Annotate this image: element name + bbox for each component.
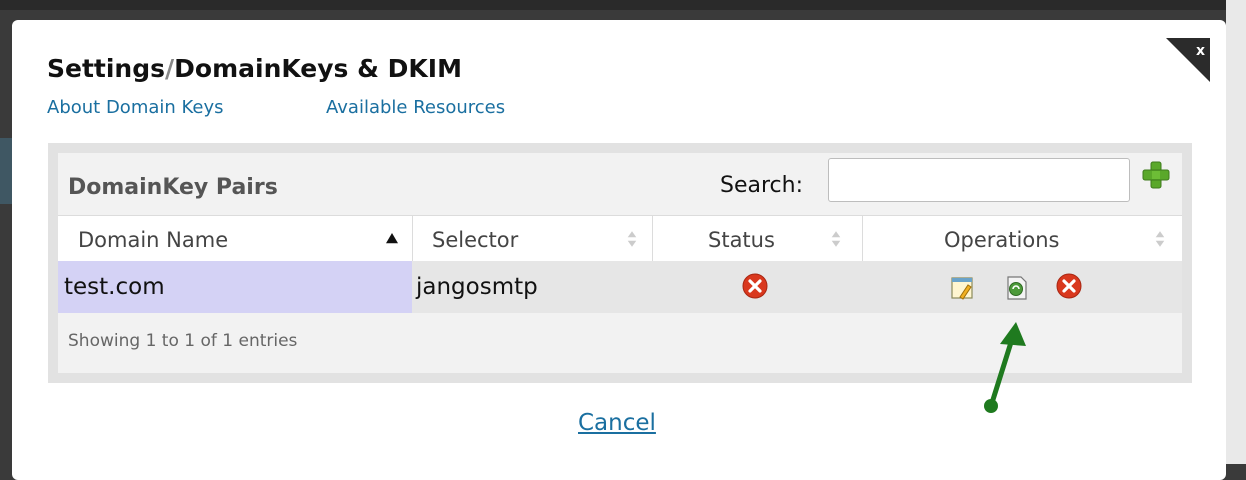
- table-info: Showing 1 to 1 of 1 entries: [68, 331, 298, 351]
- sort-both-icon: [627, 231, 637, 247]
- column-label-selector: Selector: [432, 228, 519, 252]
- edit-icon[interactable]: [950, 275, 976, 301]
- cell-operations: [862, 261, 1180, 313]
- backdrop-top: [0, 0, 1246, 10]
- domain-value: test.com: [64, 274, 165, 300]
- backdrop-stripe: [1226, 0, 1246, 464]
- cancel-link[interactable]: Cancel: [578, 410, 656, 436]
- annotation-arrow-icon: [984, 322, 1026, 413]
- column-label-status: Status: [708, 228, 775, 252]
- search-input[interactable]: [828, 158, 1130, 202]
- sort-both-icon: [1155, 231, 1165, 247]
- column-label-operations: Operations: [944, 228, 1060, 252]
- settings-dialog: x Settings/DomainKeys & DKIM About Domai…: [12, 20, 1226, 480]
- cell-domain: test.com: [58, 261, 412, 313]
- title-domainkeys: DomainKeys & DKIM: [174, 54, 462, 83]
- title-separator: /: [165, 54, 175, 83]
- column-label-domain-name: Domain Name: [78, 228, 229, 252]
- cell-status: [652, 261, 862, 313]
- cell-selector: jangosmtp: [412, 261, 652, 313]
- available-resources-link[interactable]: Available Resources: [326, 97, 505, 118]
- search-label: Search:: [720, 173, 803, 198]
- column-header-selector[interactable]: Selector: [412, 216, 653, 262]
- table-title: DomainKey Pairs: [68, 175, 278, 200]
- red-x-icon: [742, 273, 768, 299]
- column-header-domain-name[interactable]: Domain Name: [58, 216, 413, 262]
- svg-text:x: x: [1196, 43, 1205, 59]
- plus-icon: [1142, 161, 1170, 189]
- dialog-title: Settings/DomainKeys & DKIM: [47, 54, 462, 83]
- add-domainkey-button[interactable]: [1141, 160, 1171, 190]
- table-header-row: Domain Name Selector Status Operations: [58, 215, 1182, 263]
- selector-value: jangosmtp: [416, 274, 538, 300]
- view-icon[interactable]: [1004, 275, 1030, 301]
- sort-ascending-icon: [386, 233, 398, 244]
- title-settings: Settings: [47, 54, 166, 83]
- table-row: test.com jangosmtp: [58, 261, 1182, 313]
- delete-icon[interactable]: [1056, 273, 1082, 299]
- sort-both-icon: [831, 231, 841, 247]
- column-header-operations[interactable]: Operations: [862, 216, 1180, 262]
- column-header-status[interactable]: Status: [652, 216, 863, 262]
- close-icon[interactable]: x: [1166, 38, 1210, 82]
- about-domain-keys-link[interactable]: About Domain Keys: [47, 97, 224, 118]
